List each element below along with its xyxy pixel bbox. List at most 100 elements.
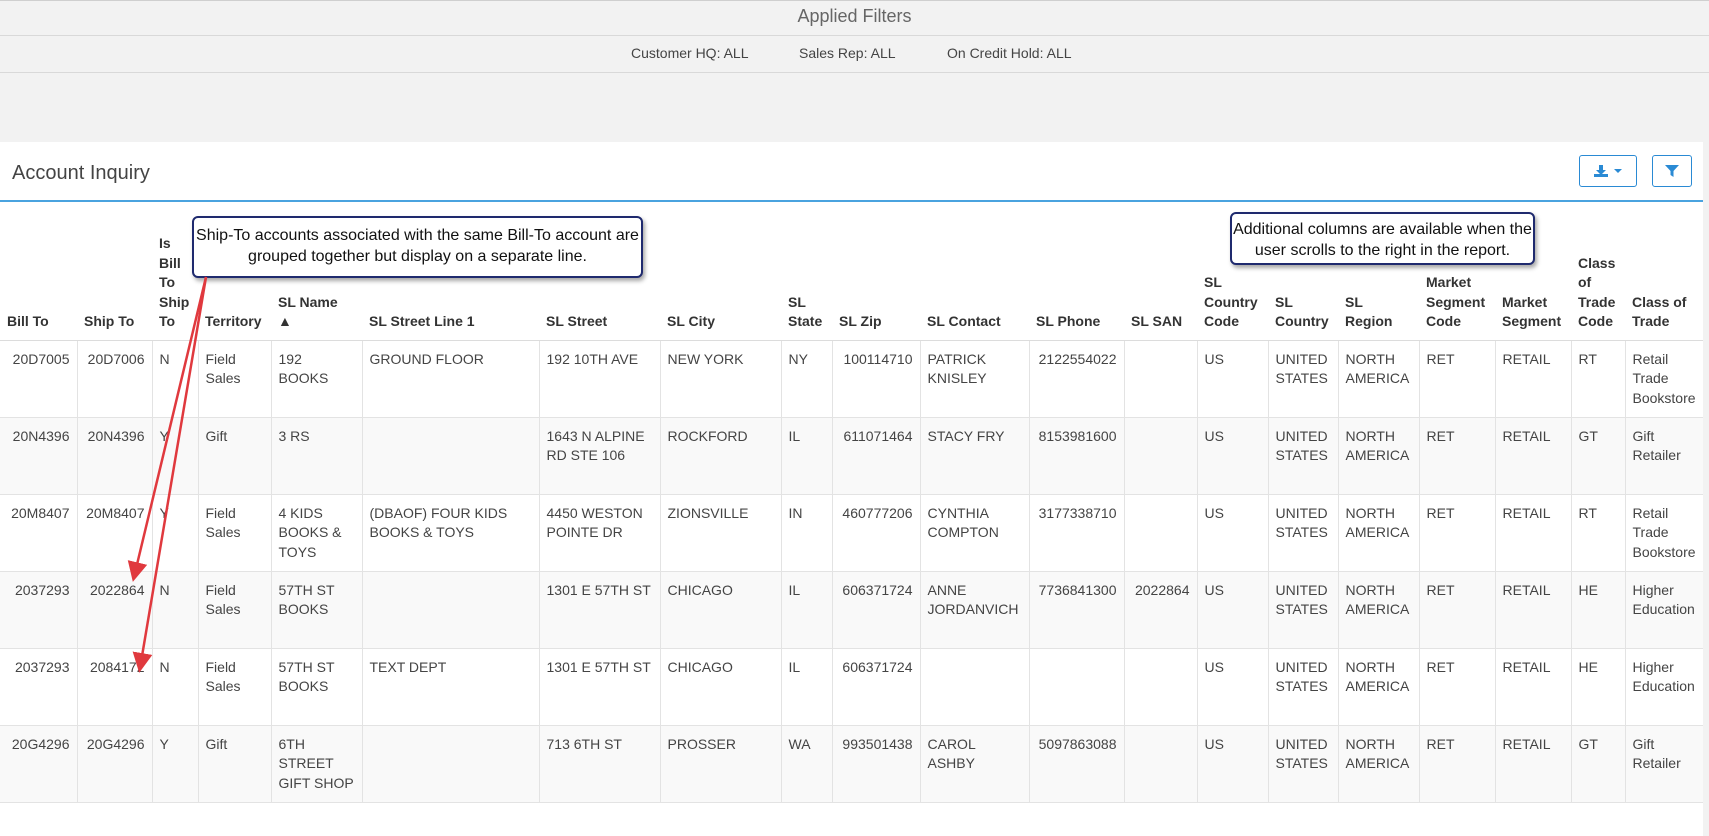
filter-label: On Credit Hold: (947, 45, 1044, 61)
cell-sl-region: NORTH AMERICA (1338, 571, 1420, 649)
cell-sl-zip: 611071464 (832, 417, 921, 495)
cell-sl-name: 4 KIDS BOOKS & TOYS (271, 494, 363, 572)
cell-sl-contact: STACY FRY (920, 417, 1030, 495)
cell-territory: Field Sales (198, 340, 272, 418)
cell-sl-state: IL (781, 571, 833, 649)
cell-territory: Gift (198, 417, 272, 495)
col-sl-phone[interactable]: SL Phone (1029, 202, 1124, 341)
applied-filters-title-row: Applied Filters (0, 0, 1709, 36)
cell-is-bill-to-ship-to: Y (152, 494, 199, 572)
cell-sl-name: 6TH STREET GIFT SHOP (271, 725, 363, 803)
cell-class-of-trade-code: GT (1571, 725, 1626, 803)
cell-class-of-trade-code: HE (1571, 648, 1626, 726)
cell-sl-country-code: US (1197, 417, 1269, 495)
cell-sl-country: UNITED STATES (1268, 494, 1339, 572)
cell-sl-contact: PATRICK KNISLEY (920, 340, 1030, 418)
col-sl-zip[interactable]: SL Zip (832, 202, 920, 341)
applied-filters-bar: Applied Filters Customer HQ: ALL Sales R… (0, 0, 1709, 142)
cell-ship-to: 2084172 (77, 648, 153, 726)
cell-sl-street: 1643 N ALPINE RD STE 106 (539, 417, 661, 495)
cell-bill-to: 2037293 (0, 648, 78, 726)
cell-sl-contact: CAROL ASHBY (920, 725, 1030, 803)
applied-filters-title: Applied Filters (797, 6, 912, 26)
cell-market-segment: RETAIL (1495, 571, 1572, 649)
cell-ship-to: 20N4396 (77, 417, 153, 495)
cell-ship-to: 20D7006 (77, 340, 153, 418)
cell-class-of-trade: Higher Education (1625, 648, 1703, 726)
cell-market-segment-code: RET (1419, 648, 1496, 726)
cell-class-of-trade-code: HE (1571, 571, 1626, 649)
cell-is-bill-to-ship-to: N (152, 571, 199, 649)
cell-sl-san (1124, 725, 1198, 803)
cell-sl-country: UNITED STATES (1268, 725, 1339, 803)
cell-sl-phone (1029, 648, 1125, 726)
cell-market-segment-code: RET (1419, 571, 1496, 649)
cell-sl-country-code: US (1197, 648, 1269, 726)
cell-bill-to: 20M8407 (0, 494, 78, 572)
col-sl-state[interactable]: SL State (781, 202, 832, 341)
cell-sl-state: IL (781, 417, 833, 495)
cell-sl-city: CHICAGO (660, 571, 782, 649)
table-row[interactable]: 20M8407 20M8407 Y Field Sales 4 KIDS BOOKS &… (0, 494, 1703, 572)
cell-market-segment-code: RET (1419, 340, 1496, 418)
cell-territory: Gift (198, 725, 272, 803)
table-row[interactable]: 20G4296 20G4296 Y Gift 6TH STREET GIFT SHOP 7… (0, 725, 1703, 803)
cell-sl-state: NY (781, 340, 833, 418)
cell-sl-zip: 606371724 (832, 571, 921, 649)
download-button[interactable] (1579, 155, 1637, 187)
panel-title: Account Inquiry (12, 162, 150, 184)
col-sl-city[interactable]: SL City (660, 202, 781, 341)
cell-is-bill-to-ship-to: N (152, 340, 199, 418)
cell-class-of-trade-code: RT (1571, 494, 1626, 572)
cell-bill-to: 20N4396 (0, 417, 78, 495)
col-bill-to[interactable]: Bill To (0, 202, 77, 341)
filter-label: Customer HQ: (631, 45, 721, 61)
cell-sl-phone: 5097863088 (1029, 725, 1125, 803)
cell-sl-contact: CYNTHIA COMPTON (920, 494, 1030, 572)
cell-sl-phone: 2122554022 (1029, 340, 1125, 418)
col-class-of-trade[interactable]: Class of Trade (1625, 202, 1703, 341)
cell-sl-name: 3 RS (271, 417, 363, 495)
cell-class-of-trade: Higher Education (1625, 571, 1703, 649)
cell-sl-region: NORTH AMERICA (1338, 340, 1420, 418)
cell-sl-street-line-1: TEXT DEPT (362, 648, 540, 726)
filter-button[interactable] (1652, 155, 1692, 187)
cell-ship-to: 20G4296 (77, 725, 153, 803)
cell-class-of-trade: Gift Retailer (1625, 417, 1703, 495)
cell-sl-street-line-1 (362, 417, 540, 495)
cell-market-segment-code: RET (1419, 494, 1496, 572)
cell-sl-country: UNITED STATES (1268, 648, 1339, 726)
table-row[interactable]: 2037293 2022864 N Field Sales 57TH ST BOOKS 1… (0, 571, 1703, 649)
additional-columns-callout: Additional columns are available when th… (1230, 212, 1535, 265)
cell-sl-state: WA (781, 725, 833, 803)
filter-value: ALL (723, 45, 749, 61)
cell-is-bill-to-ship-to: Y (152, 725, 199, 803)
cell-territory: Field Sales (198, 571, 272, 649)
col-ship-to[interactable]: Ship To (77, 202, 152, 341)
cell-class-of-trade-code: RT (1571, 340, 1626, 418)
cell-ship-to: 20M8407 (77, 494, 153, 572)
cell-sl-zip: 100114710 (832, 340, 921, 418)
cell-is-bill-to-ship-to: N (152, 648, 199, 726)
table-row[interactable]: 2037293 2084172 N Field Sales 57TH ST BOOKS T… (0, 648, 1703, 726)
cell-sl-country-code: US (1197, 494, 1269, 572)
cell-bill-to: 20G4296 (0, 725, 78, 803)
table-row[interactable]: 20D7005 20D7006 N Field Sales 192 BOOKS GROUN… (0, 340, 1703, 418)
cell-sl-phone: 3177338710 (1029, 494, 1125, 572)
cell-sl-contact: ANNE JORDANVICH (920, 571, 1030, 649)
col-sl-contact[interactable]: SL Contact (920, 202, 1029, 341)
cell-sl-region: NORTH AMERICA (1338, 648, 1420, 726)
table-row[interactable]: 20N4396 20N4396 Y Gift 3 RS 1643 N ALPINE RD … (0, 417, 1703, 495)
applied-filters-items: Customer HQ: ALL Sales Rep: ALL On Credi… (0, 35, 1709, 73)
cell-sl-country: UNITED STATES (1268, 340, 1339, 418)
col-sl-san[interactable]: SL SAN (1124, 202, 1197, 341)
ship-to-grouping-callout: Ship-To accounts associated with the sam… (192, 216, 643, 278)
cell-sl-name: 57TH ST BOOKS (271, 571, 363, 649)
cell-sl-street-line-1: (DBAOF) FOUR KIDS BOOKS & TOYS (362, 494, 540, 572)
cell-market-segment-code: RET (1419, 417, 1496, 495)
cell-sl-san (1124, 494, 1198, 572)
filter-icon (1665, 165, 1679, 177)
cell-is-bill-to-ship-to: Y (152, 417, 199, 495)
cell-market-segment: RETAIL (1495, 417, 1572, 495)
col-class-of-trade-code[interactable]: Class of Trade Code (1571, 202, 1625, 341)
